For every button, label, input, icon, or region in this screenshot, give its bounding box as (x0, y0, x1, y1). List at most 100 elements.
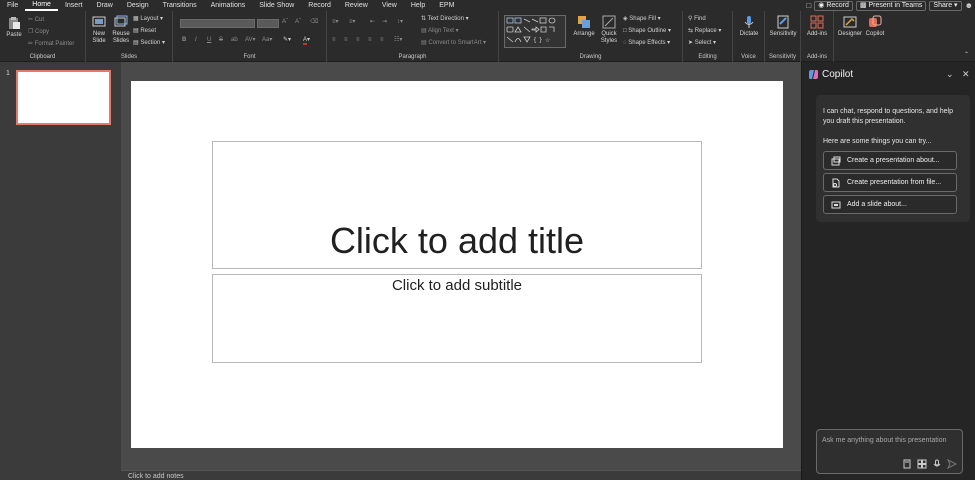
layout-button[interactable]: ▦ Layout ▾ (133, 15, 163, 23)
title-placeholder[interactable]: Click to add title (212, 141, 702, 269)
tab-transitions[interactable]: Transitions (156, 0, 204, 11)
sensitivity-button[interactable]: Sensitivity (767, 15, 799, 38)
suggestion-create-from-file[interactable]: Create presentation from file... (823, 173, 957, 192)
slides-group-label: Slides (120, 54, 138, 60)
paste-button[interactable]: Paste (4, 16, 24, 39)
record-label: Record (826, 1, 849, 9)
align-left-icon[interactable]: ≡ (332, 36, 336, 44)
italic-button[interactable]: I (195, 36, 197, 44)
tab-draw[interactable]: Draw (89, 0, 119, 11)
addins-button[interactable]: Add-ins (803, 15, 831, 38)
find-button[interactable]: ⚲ Find (688, 15, 706, 23)
underline-button[interactable]: U (207, 36, 211, 44)
tab-epm[interactable]: EPM (432, 0, 461, 11)
file-link-icon (832, 178, 840, 188)
teams-icon: ▩ (859, 1, 867, 9)
numbering-icon[interactable]: ≡▾ (349, 18, 356, 26)
present-in-teams-button[interactable]: ▩ Present in Teams (855, 0, 927, 11)
section-button[interactable]: ▤ Section ▾ (133, 39, 165, 47)
text-shadow-icon[interactable]: ab (231, 36, 238, 44)
increase-font-icon[interactable]: Aˆ (282, 18, 288, 26)
copilot-input-placeholder: Ask me anything about this presentation (822, 437, 947, 444)
reset-button[interactable]: ▤ Reset (133, 27, 156, 35)
slide-canvas[interactable]: Click to add title Click to add subtitle (131, 81, 783, 448)
align-center-icon[interactable]: ≡ (344, 36, 348, 44)
collapse-ribbon-icon[interactable]: ⌃ (964, 51, 969, 59)
microphone-icon[interactable] (932, 459, 942, 469)
shapes-gallery[interactable]: { } ☆ (504, 15, 566, 48)
tab-file[interactable]: File (0, 0, 25, 11)
notes-pane[interactable]: Click to add notes (121, 470, 801, 480)
close-icon[interactable]: ✕ (962, 69, 970, 80)
prompt-gallery-icon[interactable] (917, 459, 927, 469)
align-right-icon[interactable]: ≡ (356, 36, 360, 44)
person-icon[interactable]: ☻ (965, 1, 973, 10)
send-icon[interactable] (947, 459, 957, 469)
cut-button[interactable]: ✂ Cut (28, 16, 44, 24)
tab-view[interactable]: View (375, 0, 404, 11)
char-spacing-icon[interactable]: AV▾ (245, 36, 256, 44)
tab-home[interactable]: Home (25, 0, 58, 11)
comments-icon[interactable]: □ (806, 1, 811, 10)
clear-format-icon[interactable]: ⌫ (310, 18, 318, 26)
increase-indent-icon[interactable]: ⇥ (382, 18, 387, 26)
font-color-icon[interactable]: A▾ (303, 36, 310, 45)
tab-record[interactable]: Record (301, 0, 338, 11)
new-slide-button[interactable]: New Slide (88, 15, 110, 45)
tab-design[interactable]: Design (120, 0, 156, 11)
arrange-button[interactable]: Arrange (571, 15, 597, 38)
tab-review[interactable]: Review (338, 0, 375, 11)
distributed-icon[interactable]: ≡ (380, 36, 384, 44)
copilot-chat-input[interactable]: Ask me anything about this presentation (816, 429, 963, 474)
shape-effects-button[interactable]: ◌ Shape Effects ▾ (623, 39, 670, 47)
tab-help[interactable]: Help (404, 0, 432, 11)
share-button[interactable]: Share ▾ (929, 0, 962, 11)
suggestion-add-slide[interactable]: Add a slide about... (823, 195, 957, 214)
select-button[interactable]: ➤ Select ▾ (688, 39, 716, 47)
copilot-input-tools (902, 459, 957, 469)
font-family-select[interactable] (180, 19, 255, 28)
subtitle-placeholder[interactable]: Click to add subtitle (212, 274, 702, 363)
line-spacing-icon[interactable]: ↕▾ (397, 18, 403, 26)
format-painter-button[interactable]: ✏ Format Painter (28, 40, 74, 48)
align-text-button[interactable]: ▤ Align Text ▾ (421, 27, 459, 35)
dictate-button[interactable]: Dictate (736, 15, 762, 38)
shape-fill-button[interactable]: ◈ Shape Fill ▾ (623, 15, 661, 23)
change-case-icon[interactable]: Aa▾ (262, 36, 272, 44)
paragraph-group: ≡▾ ≡▾ ⇤ ⇥ ↕▾ ⇅ Text Direction ▾ ▤ Align … (327, 11, 499, 62)
convert-smartart-button[interactable]: ▤ Convert to SmartArt ▾ (421, 39, 486, 47)
justify-icon[interactable]: ≡ (368, 36, 372, 44)
tab-animations[interactable]: Animations (204, 0, 253, 11)
record-button[interactable]: ◉ Record (814, 0, 853, 11)
reuse-slides-button[interactable]: Reuse Slides (110, 15, 132, 45)
addins-group-label: Add-ins (806, 54, 828, 60)
bullets-icon[interactable]: ≡▾ (332, 18, 339, 26)
highlight-color-icon[interactable]: ✎▾ (283, 36, 291, 44)
font-size-select[interactable] (257, 19, 279, 28)
convert-smartart-label: Convert to SmartArt (428, 40, 482, 46)
columns-icon[interactable]: ☷▾ (394, 36, 402, 44)
decrease-font-icon[interactable]: Aˇ (295, 18, 301, 26)
quick-styles-button[interactable]: Quick Styles (597, 15, 621, 45)
copilot-ribbon-button[interactable]: Copilot (863, 15, 887, 38)
notebook-icon[interactable] (902, 459, 912, 469)
tab-insert[interactable]: Insert (58, 0, 90, 11)
shape-outline-button[interactable]: □ Shape Outline ▾ (623, 27, 671, 35)
tab-slide-show[interactable]: Slide Show (252, 0, 301, 11)
decrease-indent-icon[interactable]: ⇤ (370, 18, 375, 26)
editing-group-label: Editing (698, 54, 717, 60)
suggestion-create-presentation[interactable]: Create a presentation about... (823, 151, 957, 170)
voice-group-label: Voice (741, 54, 756, 60)
designer-button[interactable]: Designer (837, 15, 863, 38)
slide-thumbnail[interactable] (16, 70, 111, 125)
drawing-group: { } ☆ Arrange Quick Styles ◈ Shape Fill … (499, 11, 683, 62)
copy-button[interactable]: ❐ Copy (28, 28, 49, 36)
replace-button[interactable]: ⇆ Replace ▾ (688, 27, 721, 35)
chevron-down-icon[interactable]: ⌄ (946, 69, 954, 80)
cut-label: Cut (34, 17, 45, 23)
present-label: Present in Teams (868, 1, 923, 9)
sensitivity-label: Sensitivity (769, 31, 797, 37)
strikethrough-button[interactable]: S (219, 36, 223, 44)
bold-button[interactable]: B (182, 36, 186, 44)
text-direction-button[interactable]: ⇅ Text Direction ▾ (421, 15, 469, 23)
